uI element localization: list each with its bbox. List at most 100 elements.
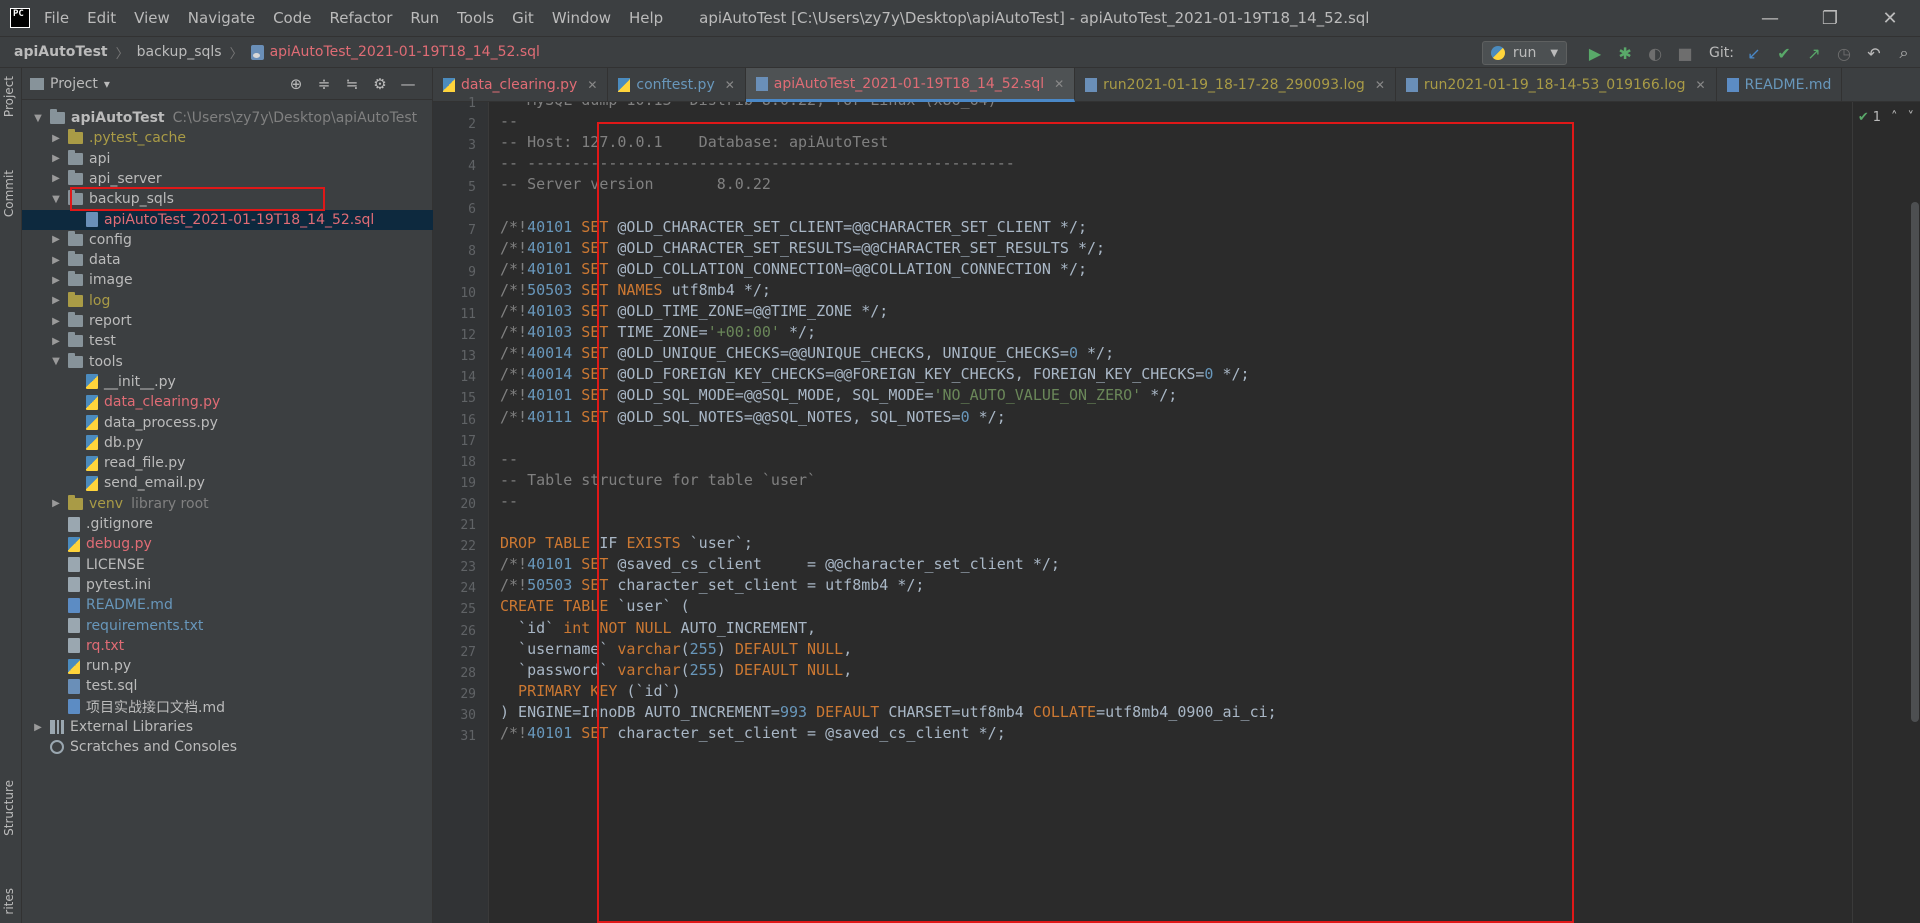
menu-window[interactable]: Window: [552, 9, 611, 27]
collapse-all-icon[interactable]: ≒: [338, 75, 366, 93]
chevron-down-icon[interactable]: ▼: [50, 356, 62, 367]
menu-code[interactable]: Code: [273, 9, 311, 27]
project-tool-tab[interactable]: Project: [2, 76, 16, 117]
tree-item[interactable]: .gitignore: [22, 514, 433, 534]
inspection-widget[interactable]: ✔ 1 ˄ ˅: [1858, 110, 1914, 125]
tree-item[interactable]: data_clearing.py: [22, 392, 433, 412]
tree-item[interactable]: ▶ api_server: [22, 169, 433, 189]
menu-help[interactable]: Help: [629, 9, 663, 27]
tree-item[interactable]: ▶ .pytest_cache: [22, 128, 433, 148]
commit-tool-tab[interactable]: Commit: [2, 170, 16, 217]
chevron-right-icon[interactable]: ▶: [50, 295, 62, 306]
locate-icon[interactable]: ⊕: [282, 75, 310, 93]
maximize-button[interactable]: ❐: [1800, 0, 1860, 36]
menu-run[interactable]: Run: [410, 9, 439, 27]
tree-item[interactable]: ▶ External Libraries: [22, 717, 433, 737]
chevron-down-icon[interactable]: ▾: [104, 77, 110, 91]
tree-item[interactable]: 项目实战接口文档.md: [22, 697, 433, 717]
tree-item[interactable]: ▼ apiAutoTest C:\Users\zy7y\Desktop\apiAut…: [22, 108, 433, 128]
run-icon[interactable]: ▶: [1581, 39, 1609, 67]
chevron-right-icon[interactable]: ▶: [50, 498, 62, 509]
tree-item[interactable]: LICENSE: [22, 555, 433, 575]
tree-item[interactable]: ▶ log: [22, 291, 433, 311]
debug-icon[interactable]: ✱: [1611, 39, 1639, 67]
gear-icon[interactable]: ⚙: [366, 75, 394, 93]
chevron-right-icon[interactable]: ▶: [50, 133, 62, 144]
chevron-down-icon[interactable]: ▼: [32, 113, 44, 124]
chevron-down-icon[interactable]: ▼: [50, 194, 62, 205]
structure-tool-tab[interactable]: Structure: [2, 780, 16, 836]
menu-navigate[interactable]: Navigate: [188, 9, 255, 27]
menu-view[interactable]: View: [134, 9, 170, 27]
chevron-right-icon[interactable]: ▶: [50, 336, 62, 347]
menu-edit[interactable]: Edit: [87, 9, 116, 27]
code-editor[interactable]: -- MySQL dump 10.13 Distrib 8.0.22, for …: [490, 102, 1852, 923]
tree-item[interactable]: ▶ image: [22, 270, 433, 290]
coverage-icon[interactable]: ◐: [1641, 39, 1669, 67]
menu-tools[interactable]: Tools: [457, 9, 494, 27]
tree-item[interactable]: ▶ config: [22, 230, 433, 250]
git-push-icon[interactable]: ↗: [1800, 39, 1828, 67]
close-icon[interactable]: ✕: [725, 78, 735, 92]
tree-item[interactable]: pytest.ini: [22, 575, 433, 595]
tree-item[interactable]: ▼ tools: [22, 352, 433, 372]
tree-item[interactable]: send_email.py: [22, 473, 433, 493]
editor-tab[interactable]: conftest.py ✕: [608, 68, 746, 102]
git-update-icon[interactable]: ↙: [1740, 39, 1768, 67]
tree-item[interactable]: ▶ test: [22, 331, 433, 351]
tree-item[interactable]: README.md: [22, 595, 433, 615]
tree-item[interactable]: rq.txt: [22, 636, 433, 656]
tree-item[interactable]: Scratches and Consoles: [22, 737, 433, 757]
chevron-right-icon[interactable]: ▶: [50, 255, 62, 266]
chevron-right-icon[interactable]: ▶: [50, 234, 62, 245]
hide-icon[interactable]: —: [394, 75, 422, 93]
tree-item[interactable]: data_process.py: [22, 413, 433, 433]
tree-item[interactable]: run.py: [22, 656, 433, 676]
close-icon[interactable]: ✕: [1696, 78, 1706, 92]
menu-file[interactable]: File: [44, 9, 69, 27]
tree-item[interactable]: requirements.txt: [22, 616, 433, 636]
menu-refactor[interactable]: Refactor: [329, 9, 392, 27]
tree-item[interactable]: debug.py: [22, 534, 433, 554]
close-icon[interactable]: ✕: [587, 78, 597, 92]
editor-tab[interactable]: apiAutoTest_2021-01-19T18_14_52.sql ✕: [745, 68, 1076, 102]
chevron-down-icon[interactable]: ˅: [1908, 110, 1915, 125]
project-panel-title[interactable]: Project: [50, 76, 98, 92]
chevron-right-icon[interactable]: ▶: [50, 275, 62, 286]
breadcrumb-file[interactable]: apiAutoTest_2021-01-19T18_14_52.sql: [250, 44, 540, 60]
expand-all-icon[interactable]: ≑: [310, 75, 338, 93]
editor-tab[interactable]: run2021-01-19_18-17-28_290093.log ✕: [1075, 68, 1396, 102]
vertical-scrollbar[interactable]: [1911, 202, 1919, 722]
tree-item[interactable]: __init__.py: [22, 372, 433, 392]
history-icon[interactable]: ◷: [1830, 39, 1858, 67]
close-icon[interactable]: ✕: [1375, 78, 1385, 92]
breadcrumb-project[interactable]: apiAutoTest: [14, 44, 108, 60]
favorites-tool-tab[interactable]: rites: [2, 888, 16, 915]
tree-item[interactable]: db.py: [22, 433, 433, 453]
tree-item[interactable]: test.sql: [22, 676, 433, 696]
tree-item[interactable]: ▶ venv library root: [22, 494, 433, 514]
editor-tab[interactable]: README.md✕: [1717, 68, 1843, 102]
chevron-right-icon[interactable]: ▶: [32, 722, 44, 733]
stop-icon[interactable]: ■: [1671, 39, 1699, 67]
chevron-right-icon[interactable]: ▶: [50, 173, 62, 184]
editor-tab[interactable]: run2021-01-19_18-14-53_019166.log ✕: [1396, 68, 1717, 102]
rollback-icon[interactable]: ↶: [1860, 39, 1888, 67]
close-icon[interactable]: ✕: [1054, 77, 1064, 91]
close-button[interactable]: ✕: [1860, 0, 1920, 36]
minimize-button[interactable]: —: [1740, 0, 1800, 36]
chevron-right-icon[interactable]: ▶: [50, 153, 62, 164]
run-configuration-select[interactable]: run ▼: [1481, 41, 1568, 65]
tree-item[interactable]: ▶ data: [22, 250, 433, 270]
breadcrumb-folder[interactable]: backup_sqls: [137, 44, 222, 60]
chevron-up-icon[interactable]: ˄: [1891, 110, 1898, 125]
tree-item[interactable]: apiAutoTest_2021-01-19T18_14_52.sql: [22, 209, 433, 230]
tree-item[interactable]: read_file.py: [22, 453, 433, 473]
chevron-right-icon[interactable]: ▶: [50, 316, 62, 327]
tree-item[interactable]: ▶ api: [22, 149, 433, 169]
python-icon: [1490, 46, 1505, 60]
menu-git[interactable]: Git: [512, 9, 534, 27]
git-commit-icon[interactable]: ✔: [1770, 39, 1798, 67]
search-icon[interactable]: ⌕: [1890, 39, 1918, 67]
tree-item[interactable]: ▶ report: [22, 311, 433, 331]
